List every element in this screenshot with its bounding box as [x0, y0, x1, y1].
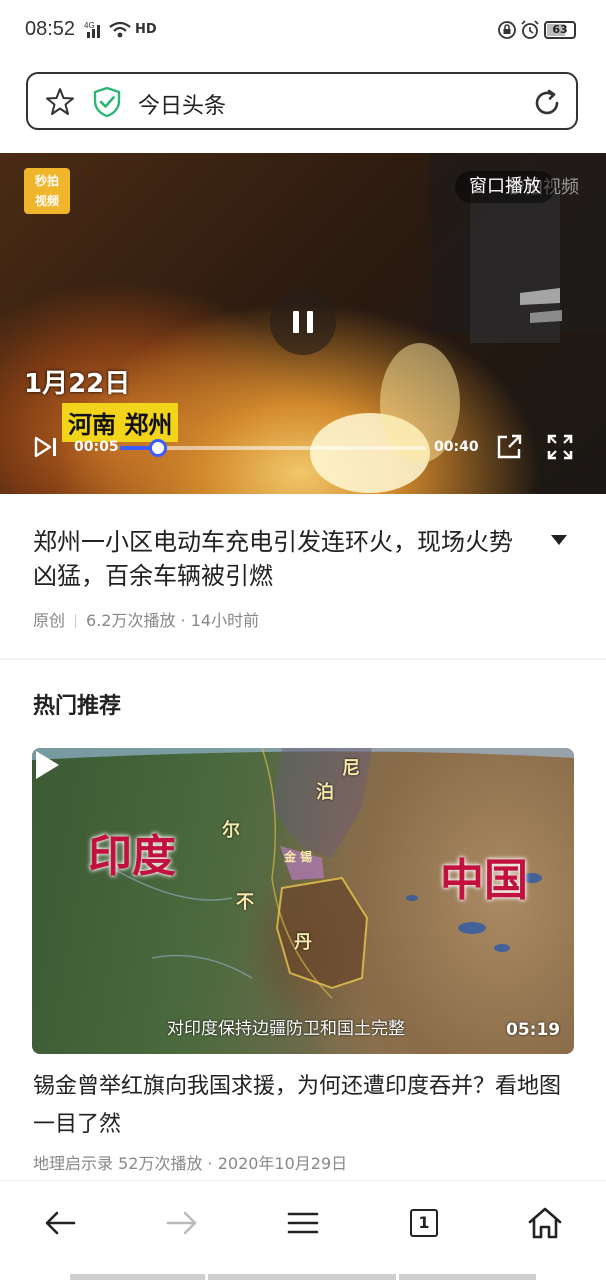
pause-button[interactable] — [270, 289, 336, 355]
address-text[interactable]: 今日头条 — [138, 88, 226, 120]
address-bar[interactable]: 今日头条 — [26, 72, 578, 130]
map-label-bhutan-1: 不 — [236, 892, 254, 913]
refresh-icon[interactable] — [532, 88, 562, 118]
battery-level: 63 — [552, 23, 568, 36]
lock-rotation-icon — [498, 21, 516, 39]
bottom-navigation: 1 — [0, 1180, 606, 1281]
tab-count: 1 — [410, 1209, 438, 1237]
status-time: 08:52 — [25, 18, 76, 40]
map-label-nepal-3: 尔 — [222, 820, 240, 841]
map-label-bhutan-2: 丹 — [294, 932, 312, 953]
recommended-video-meta: 地理启示录 52万次播放 · 2020年10月29日 — [33, 1154, 348, 1173]
video-location-caption: 河南 郑州 — [62, 403, 179, 442]
shield-check-icon — [93, 86, 121, 118]
video-date-caption: 1月22日 — [24, 369, 131, 399]
thumbnail-subtitle: 对印度保持边疆防卫和国土完整 — [167, 1019, 405, 1039]
source-logo: 秒拍 视频 — [24, 168, 70, 214]
alarm-icon — [521, 20, 539, 39]
gesture-bar — [70, 1274, 536, 1280]
play-next-icon[interactable] — [34, 435, 60, 459]
status-bar: 08:52 4G HD 63 — [0, 0, 606, 62]
forward-icon[interactable] — [162, 1203, 202, 1243]
current-time: 00:05 — [74, 439, 119, 455]
fullscreen-icon[interactable] — [546, 433, 574, 461]
section-divider — [0, 658, 606, 660]
wifi-icon — [109, 21, 131, 38]
back-icon[interactable] — [40, 1203, 80, 1243]
video-player[interactable]: 秒拍 视频 秒拍视频 窗口播放 1月22日 河南 郑州 00:05 00:40 — [0, 153, 606, 494]
window-play-button[interactable]: 窗口播放 — [455, 171, 555, 203]
video-meta: 原创 6.2万次播放 · 14小时前 — [33, 607, 259, 631]
play-icon[interactable] — [32, 748, 62, 782]
duration: 00:40 — [434, 439, 479, 455]
map-label-india: 印度 — [88, 831, 176, 882]
map-label-nepal-2: 泊 — [316, 782, 334, 803]
recommended-section-title: 热门推荐 — [33, 694, 122, 719]
recommended-video-thumbnail[interactable]: 尼 泊 尔 印度 中国 金 锡 不 丹 对印度保持边疆防卫和国土完整 05:19 — [32, 748, 574, 1054]
map-label-sikkim: 金 锡 — [284, 850, 313, 864]
menu-icon[interactable] — [283, 1203, 323, 1243]
signal-icon: 4G — [84, 21, 100, 38]
share-icon[interactable] — [495, 433, 523, 461]
star-icon[interactable] — [44, 86, 76, 118]
battery-icon: 63 — [544, 21, 576, 39]
pause-icon — [293, 311, 313, 333]
hd-icon: HD — [135, 22, 157, 37]
tabs-button[interactable]: 1 — [404, 1203, 444, 1243]
video-title: 郑州一小区电动车充电引发连环火，现场火势凶猛，百余车辆被引燃 — [33, 528, 513, 590]
home-icon[interactable] — [525, 1203, 565, 1243]
video-source: 原创 — [33, 611, 66, 630]
source-logo-text: 秒拍 视频 — [34, 174, 59, 208]
recommended-video-title[interactable]: 锡金曾举红旗向我国求援，为何还遭印度吞并？看地图一目了然 — [33, 1068, 573, 1144]
video-stats: 6.2万次播放 · 14小时前 — [86, 611, 260, 630]
map-label-china: 中国 — [440, 855, 528, 906]
svg-text:4G: 4G — [84, 21, 95, 30]
video-duration-badge: 05:19 — [506, 1020, 561, 1040]
expand-caret-icon[interactable] — [550, 534, 568, 546]
map-label-nepal-1: 尼 — [342, 758, 360, 779]
